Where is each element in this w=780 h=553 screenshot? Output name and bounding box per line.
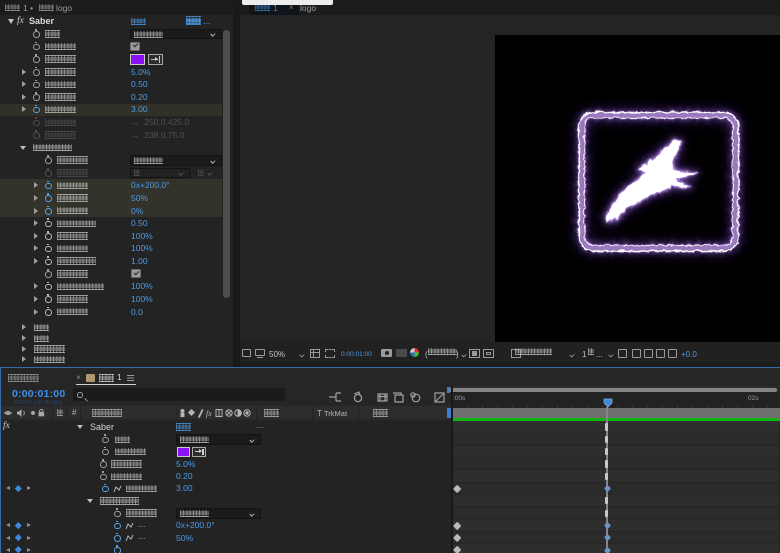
- svg-text:fx: fx: [206, 409, 212, 418]
